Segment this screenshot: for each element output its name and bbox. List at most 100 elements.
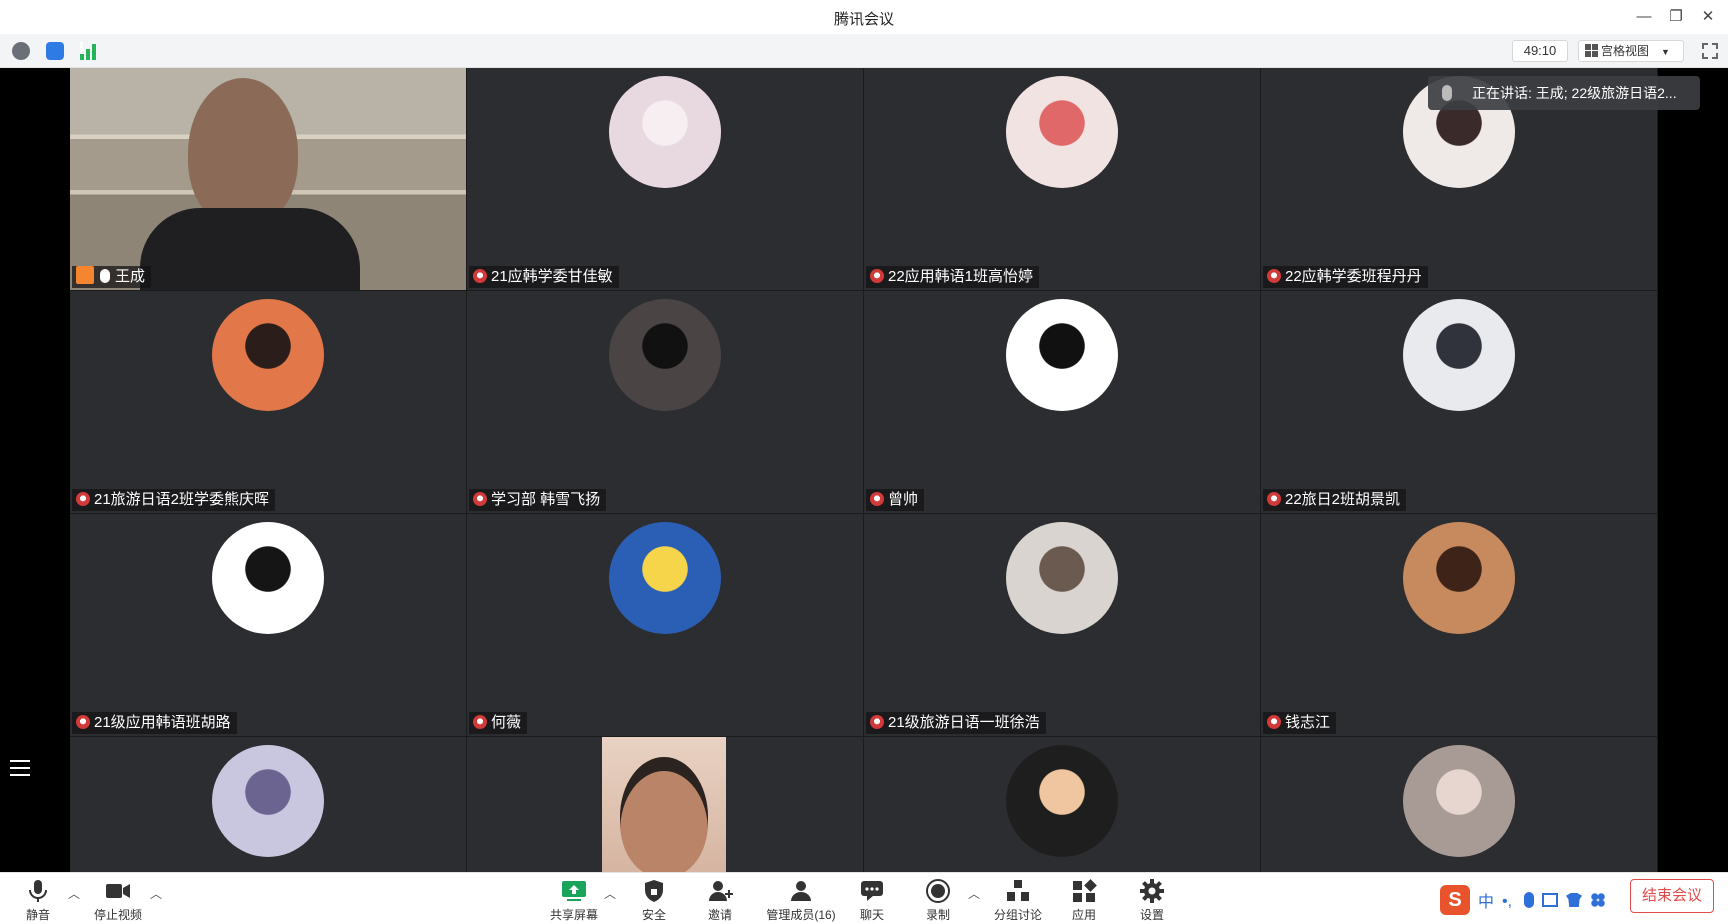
share-options-caret-icon[interactable]: ︿ [604,885,616,901]
participant-name: 22应用韩语1班高怡婷 [888,268,1034,285]
fullscreen-icon[interactable] [1702,43,1718,59]
security-button[interactable]: 安全 [616,877,692,923]
mic-muted-icon [76,492,90,506]
grid-icon [1585,44,1598,57]
participant-tile[interactable]: 钱志江 [1261,514,1657,736]
avatar [1403,745,1515,857]
toolbox-icon[interactable] [1590,892,1607,908]
person-body [140,208,360,290]
participant-name-tag: 21级应用韩语班胡路 [72,712,237,734]
meeting-timer: 49:10 [1512,40,1568,62]
avatar [212,522,324,634]
ime-lang[interactable]: 中 [1478,888,1494,912]
participant-tile[interactable]: 曾帅 [864,291,1260,513]
record-label: 录制 [925,908,950,922]
participant-tile[interactable]: 21级应用韩语班胡路 [70,514,466,736]
participant-name-tag: 22旅日2班胡景凯 [1263,489,1407,511]
avatar [1403,299,1515,411]
window-title: 腾讯会议 [833,11,894,28]
stop-video-button[interactable]: 停止视频 [80,877,156,923]
video-grid: 王成 21应韩学委甘佳敏 22应用韩语1班高怡婷 22应韩学委班程丹丹 21旅游日语2班… [70,68,1658,924]
participant-name-tag: 王成 [72,266,152,288]
host-badge-icon [76,266,94,284]
sogou-logo-icon[interactable]: S [1440,885,1470,915]
record-options-caret-icon[interactable]: ︿ [968,885,980,901]
close-icon[interactable]: ✕ [1696,6,1720,28]
apps-label: 应用 [1071,908,1096,922]
participant-tile[interactable]: 何薇 [467,514,863,736]
minimize-icon[interactable]: — [1632,6,1656,28]
avatar [212,299,324,411]
participant-name-tag: 22应韩学委班程丹丹 [1263,266,1428,288]
avatar [1006,522,1118,634]
participant-name: 22应韩学委班程丹丹 [1285,268,1422,285]
top-strip: 49:10 宫格视图 ▼ [0,34,1728,68]
title-bar: 腾讯会议 — ❐ ✕ [0,0,1728,34]
mic-muted-icon [870,492,884,506]
stop-video-label: 停止视频 [93,908,142,922]
shield-icon[interactable] [46,42,64,60]
signal-icon[interactable] [80,42,98,60]
participant-name: 21级旅游日语一班徐浩 [888,714,1040,731]
mute-options-caret-icon[interactable]: ︿ [68,885,80,901]
camera-icon [106,884,130,898]
share-screen-label: 共享屏幕 [549,908,598,922]
settings-label: 设置 [1139,908,1164,922]
apps-button[interactable]: 应用 [1046,877,1122,923]
participant-name: 王成 [115,268,146,285]
voice-input-icon[interactable] [1524,892,1535,908]
end-meeting-button[interactable]: 结束会议 [1630,879,1714,913]
gear-icon [1140,879,1164,903]
share-screen-button[interactable]: 共享屏幕 [536,877,612,923]
participant-name-tag: 学习部 韩雪飞扬 [469,489,607,511]
participant-tile[interactable]: 22旅日2班胡景凯 [1261,291,1657,513]
breakout-label: 分组讨论 [993,908,1042,922]
chat-icon [861,881,883,901]
settings-button[interactable]: 设置 [1114,877,1190,923]
avatar [1006,76,1118,188]
dropdown-arrow-icon: ▼ [1661,47,1670,57]
avatar [609,522,721,634]
speaking-text: 正在讲话: 王成; 22级旅游日语2... [1472,85,1677,101]
avatar [212,745,324,857]
mic-muted-icon [1267,269,1281,283]
punctuation-icon[interactable]: •, [1502,893,1516,910]
participant-name: 钱志江 [1285,714,1331,731]
info-icon[interactable] [12,42,30,60]
meeting-window: 腾讯会议 — ❐ ✕ 49:10 宫格视图 ▼ 王成 21应韩学委甘佳敏 22应用韩语… [0,0,1728,924]
manage-members-label: 管理成员(16) [766,908,836,922]
participant-tile[interactable]: 22应用韩语1班高怡婷 [864,68,1260,290]
restore-icon[interactable]: ❐ [1664,6,1688,28]
keyboard-icon[interactable] [1542,893,1559,907]
invite-icon [709,881,733,901]
apps-icon [1073,879,1097,902]
mic-muted-icon [870,269,884,283]
participant-tile[interactable]: 学习部 韩雪飞扬 [467,291,863,513]
skin-icon[interactable] [1566,893,1583,907]
microphone-icon [29,880,47,902]
participant-name: 22旅日2班胡景凯 [1285,491,1401,508]
person-silhouette [188,78,298,228]
participant-tile[interactable]: 21应韩学委甘佳敏 [467,68,863,290]
manage-members-button[interactable]: 管理成员(16) [756,877,846,923]
invite-button[interactable]: 邀请 [682,877,758,923]
participant-tile[interactable]: 王成 [70,68,466,290]
security-label: 安全 [641,908,666,922]
avatar [1006,299,1118,411]
grid-view-label: 宫格视图 [1601,44,1650,58]
participant-tile[interactable]: 21旅游日语2班学委熊庆晖 [70,291,466,513]
participant-name: 何薇 [491,714,522,731]
chat-button[interactable]: 聊天 [834,877,910,923]
ime-tray: S 中 •, [1440,883,1607,917]
record-button[interactable]: 录制 [900,877,976,923]
participant-name-tag: 21应韩学委甘佳敏 [469,266,619,288]
mic-icon [1442,85,1452,101]
mute-button[interactable]: 静音 [0,877,76,923]
grid-view-button[interactable]: 宫格视图 ▼ [1578,40,1684,62]
participant-tile[interactable]: 21级旅游日语一班徐浩 [864,514,1260,736]
mic-muted-icon [473,269,487,283]
video-options-caret-icon[interactable]: ︿ [150,885,162,901]
breakout-button[interactable]: 分组讨论 [980,877,1056,923]
member-list-icon[interactable] [10,760,30,776]
chat-label: 聊天 [859,908,884,922]
